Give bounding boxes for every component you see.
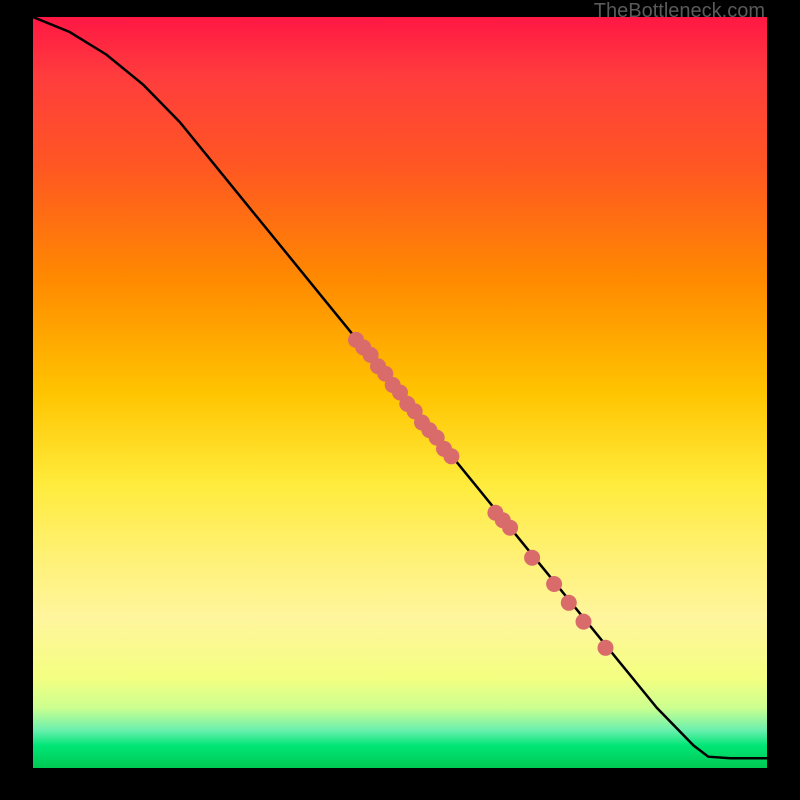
data-point (443, 448, 459, 464)
data-point (598, 640, 614, 656)
data-point (546, 576, 562, 592)
data-point (561, 595, 577, 611)
data-point (502, 520, 518, 536)
data-point (576, 614, 592, 630)
chart-points (348, 332, 614, 656)
data-point (524, 550, 540, 566)
chart-svg (33, 17, 767, 768)
watermark-text: TheBottleneck.com (594, 0, 765, 23)
